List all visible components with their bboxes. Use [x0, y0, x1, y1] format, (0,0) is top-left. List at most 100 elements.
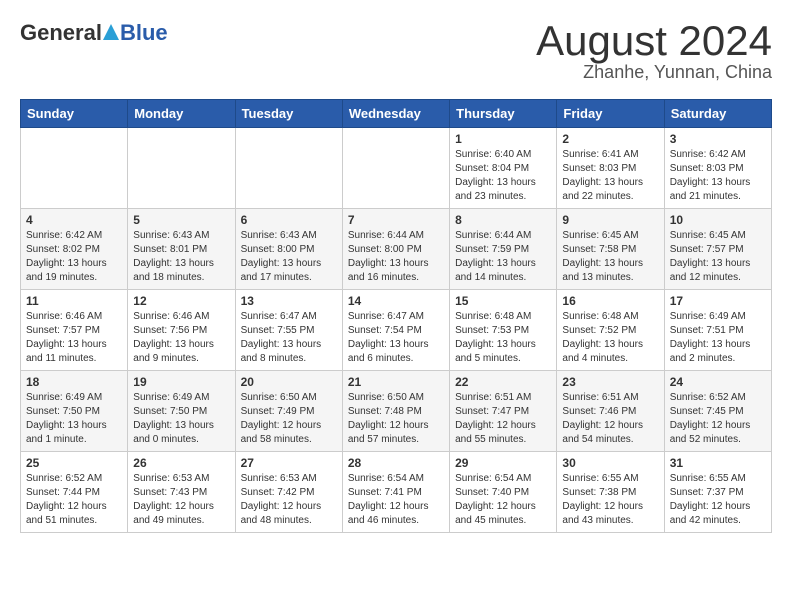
- page-subtitle: Zhanhe, Yunnan, China: [536, 62, 772, 83]
- calendar-cell: [235, 128, 342, 209]
- calendar-week-row: 4 Sunrise: 6:42 AM Sunset: 8:02 PM Daylig…: [21, 209, 772, 290]
- day-info: Sunrise: 6:40 AM Sunset: 8:04 PM Dayligh…: [455, 148, 551, 204]
- logo-text: General Blue: [20, 20, 168, 46]
- calendar-cell: 10Sunrise: 6:45 AM Sunset: 7:57 PM Dayli…: [664, 209, 771, 290]
- day-number: 28: [348, 456, 444, 470]
- day-info: Sunrise: 6:45 AM Sunset: 7:57 PM Dayligh…: [670, 229, 766, 285]
- calendar-cell: 15 Sunrise: 6:48 AM Sunset: 7:53 PM Dayli…: [450, 290, 557, 371]
- day-info: Sunrise: 6:49 AM Sunset: 7:51 PM Dayligh…: [670, 310, 766, 366]
- calendar-cell: 6Sunrise: 6:43 AM Sunset: 8:00 PM Daylig…: [235, 209, 342, 290]
- calendar-cell: 7 Sunrise: 6:44 AM Sunset: 8:00 PM Daylig…: [342, 209, 449, 290]
- calendar-cell: 19 Sunrise: 6:49 AM Sunset: 7:50 PM Dayli…: [128, 371, 235, 452]
- day-number: 24: [670, 375, 766, 389]
- day-info: Sunrise: 6:41 AM Sunset: 8:03 PM Dayligh…: [562, 148, 658, 204]
- calendar-header-row: SundayMondayTuesdayWednesdayThursdayFrid…: [21, 100, 772, 128]
- day-info: Sunrise: 6:54 AM Sunset: 7:41 PM Dayligh…: [348, 472, 444, 528]
- day-info: Sunrise: 6:42 AM Sunset: 8:03 PM Dayligh…: [670, 148, 766, 204]
- day-number: 23: [562, 375, 658, 389]
- calendar-cell: 1Sunrise: 6:40 AM Sunset: 8:04 PM Daylig…: [450, 128, 557, 209]
- day-number: 3: [670, 132, 766, 146]
- day-info: Sunrise: 6:51 AM Sunset: 7:46 PM Dayligh…: [562, 391, 658, 447]
- day-number: 26: [133, 456, 229, 470]
- calendar-cell: 31 Sunrise: 6:55 AM Sunset: 7:37 PM Dayli…: [664, 452, 771, 533]
- calendar-cell: 3 Sunrise: 6:42 AM Sunset: 8:03 PM Daylig…: [664, 128, 771, 209]
- day-info: Sunrise: 6:46 AM Sunset: 7:57 PM Dayligh…: [26, 310, 122, 366]
- logo: General Blue: [20, 20, 168, 46]
- day-of-week-header: Sunday: [21, 100, 128, 128]
- day-number: 21: [348, 375, 444, 389]
- day-number: 9: [562, 213, 658, 227]
- day-number: 19: [133, 375, 229, 389]
- day-number: 13: [241, 294, 337, 308]
- calendar-week-row: 18 Sunrise: 6:49 AM Sunset: 7:50 PM Dayli…: [21, 371, 772, 452]
- day-number: 31: [670, 456, 766, 470]
- day-info: Sunrise: 6:46 AM Sunset: 7:56 PM Dayligh…: [133, 310, 229, 366]
- calendar-cell: 11Sunrise: 6:46 AM Sunset: 7:57 PM Dayli…: [21, 290, 128, 371]
- day-number: 12: [133, 294, 229, 308]
- day-info: Sunrise: 6:52 AM Sunset: 7:45 PM Dayligh…: [670, 391, 766, 447]
- day-number: 16: [562, 294, 658, 308]
- calendar-cell: 25 Sunrise: 6:52 AM Sunset: 7:44 PM Dayli…: [21, 452, 128, 533]
- calendar-cell: 20Sunrise: 6:50 AM Sunset: 7:49 PM Dayli…: [235, 371, 342, 452]
- calendar-table: SundayMondayTuesdayWednesdayThursdayFrid…: [20, 99, 772, 533]
- day-info: Sunrise: 6:52 AM Sunset: 7:44 PM Dayligh…: [26, 472, 122, 528]
- day-info: Sunrise: 6:53 AM Sunset: 7:42 PM Dayligh…: [241, 472, 337, 528]
- day-number: 18: [26, 375, 122, 389]
- calendar-cell: 4 Sunrise: 6:42 AM Sunset: 8:02 PM Daylig…: [21, 209, 128, 290]
- calendar-cell: 16 Sunrise: 6:48 AM Sunset: 7:52 PM Dayli…: [557, 290, 664, 371]
- day-info: Sunrise: 6:45 AM Sunset: 7:58 PM Dayligh…: [562, 229, 658, 285]
- day-number: 27: [241, 456, 337, 470]
- day-info: Sunrise: 6:55 AM Sunset: 7:37 PM Dayligh…: [670, 472, 766, 528]
- day-info: Sunrise: 6:47 AM Sunset: 7:55 PM Dayligh…: [241, 310, 337, 366]
- day-info: Sunrise: 6:48 AM Sunset: 7:52 PM Dayligh…: [562, 310, 658, 366]
- calendar-cell: 12 Sunrise: 6:46 AM Sunset: 7:56 PM Dayli…: [128, 290, 235, 371]
- day-number: 14: [348, 294, 444, 308]
- calendar-cell: [128, 128, 235, 209]
- calendar-cell: 27 Sunrise: 6:53 AM Sunset: 7:42 PM Dayli…: [235, 452, 342, 533]
- day-info: Sunrise: 6:49 AM Sunset: 7:50 PM Dayligh…: [133, 391, 229, 447]
- day-number: 8: [455, 213, 551, 227]
- day-info: Sunrise: 6:48 AM Sunset: 7:53 PM Dayligh…: [455, 310, 551, 366]
- title-block: August 2024 Zhanhe, Yunnan, China: [536, 20, 772, 83]
- calendar-cell: 13 Sunrise: 6:47 AM Sunset: 7:55 PM Dayli…: [235, 290, 342, 371]
- day-of-week-header: Friday: [557, 100, 664, 128]
- calendar-cell: 18 Sunrise: 6:49 AM Sunset: 7:50 PM Dayli…: [21, 371, 128, 452]
- day-number: 15: [455, 294, 551, 308]
- calendar-cell: 17 Sunrise: 6:49 AM Sunset: 7:51 PM Dayli…: [664, 290, 771, 371]
- calendar-week-row: 11Sunrise: 6:46 AM Sunset: 7:57 PM Dayli…: [21, 290, 772, 371]
- day-info: Sunrise: 6:47 AM Sunset: 7:54 PM Dayligh…: [348, 310, 444, 366]
- day-number: 5: [133, 213, 229, 227]
- calendar-cell: [21, 128, 128, 209]
- day-of-week-header: Monday: [128, 100, 235, 128]
- day-number: 20: [241, 375, 337, 389]
- day-info: Sunrise: 6:44 AM Sunset: 8:00 PM Dayligh…: [348, 229, 444, 285]
- calendar-cell: 22Sunrise: 6:51 AM Sunset: 7:47 PM Dayli…: [450, 371, 557, 452]
- calendar-cell: 2Sunrise: 6:41 AM Sunset: 8:03 PM Daylig…: [557, 128, 664, 209]
- day-number: 29: [455, 456, 551, 470]
- calendar-cell: 30Sunrise: 6:55 AM Sunset: 7:38 PM Dayli…: [557, 452, 664, 533]
- day-info: Sunrise: 6:44 AM Sunset: 7:59 PM Dayligh…: [455, 229, 551, 285]
- calendar-cell: 9 Sunrise: 6:45 AM Sunset: 7:58 PM Daylig…: [557, 209, 664, 290]
- calendar-cell: [342, 128, 449, 209]
- day-of-week-header: Saturday: [664, 100, 771, 128]
- day-info: Sunrise: 6:50 AM Sunset: 7:48 PM Dayligh…: [348, 391, 444, 447]
- logo-general: General: [20, 20, 102, 46]
- day-of-week-header: Thursday: [450, 100, 557, 128]
- page-header: General Blue August 2024 Zhanhe, Yunnan,…: [20, 20, 772, 83]
- day-info: Sunrise: 6:49 AM Sunset: 7:50 PM Dayligh…: [26, 391, 122, 447]
- day-info: Sunrise: 6:43 AM Sunset: 8:00 PM Dayligh…: [241, 229, 337, 285]
- calendar-cell: 21 Sunrise: 6:50 AM Sunset: 7:48 PM Dayli…: [342, 371, 449, 452]
- logo-arrow-icon: [103, 20, 119, 46]
- day-number: 4: [26, 213, 122, 227]
- day-number: 17: [670, 294, 766, 308]
- day-of-week-header: Wednesday: [342, 100, 449, 128]
- day-number: 25: [26, 456, 122, 470]
- day-info: Sunrise: 6:42 AM Sunset: 8:02 PM Dayligh…: [26, 229, 122, 285]
- calendar-cell: 29Sunrise: 6:54 AM Sunset: 7:40 PM Dayli…: [450, 452, 557, 533]
- day-number: 7: [348, 213, 444, 227]
- page-title: August 2024: [536, 20, 772, 62]
- calendar-week-row: 25 Sunrise: 6:52 AM Sunset: 7:44 PM Dayli…: [21, 452, 772, 533]
- calendar-cell: 24 Sunrise: 6:52 AM Sunset: 7:45 PM Dayli…: [664, 371, 771, 452]
- logo-blue: Blue: [120, 20, 168, 46]
- day-number: 30: [562, 456, 658, 470]
